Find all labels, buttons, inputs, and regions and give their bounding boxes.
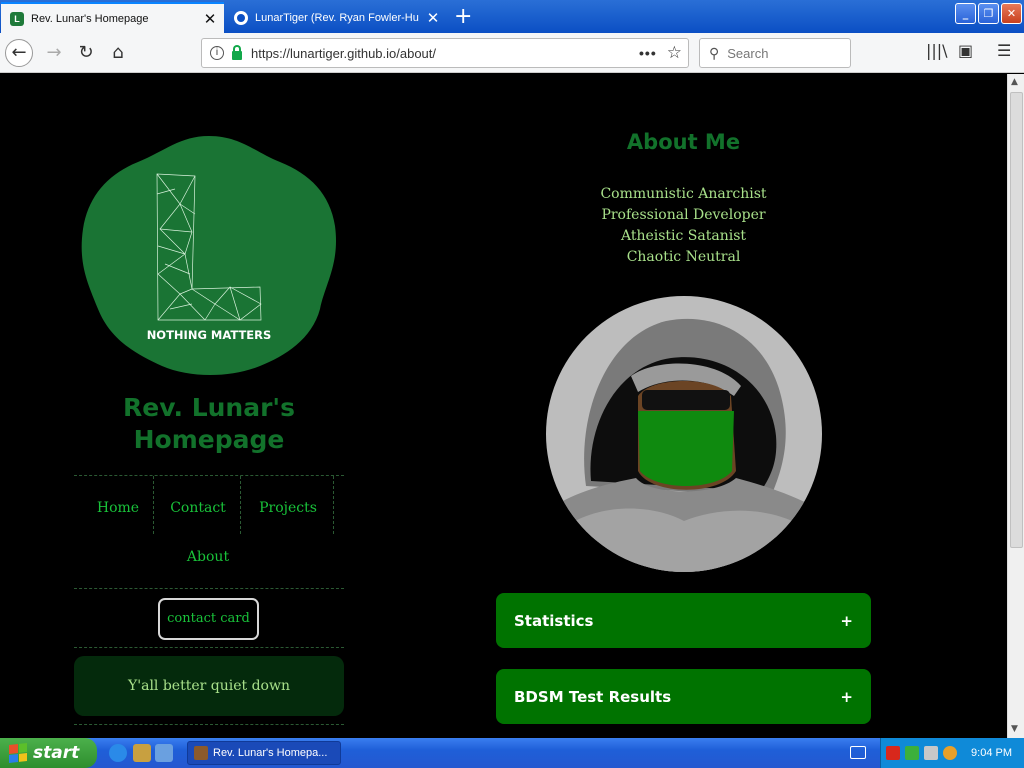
statistics-accordion[interactable]: Statistics +	[496, 593, 871, 648]
close-tab-icon[interactable]: ✕	[200, 10, 220, 28]
new-tab-button[interactable]: +	[454, 4, 472, 29]
about-title: About Me	[626, 130, 741, 154]
site-title: Rev. Lunar's Homepage	[123, 393, 295, 454]
divider	[74, 647, 344, 648]
bookmark-star-icon[interactable]: ☆	[667, 43, 682, 63]
nav-link-home[interactable]: Home	[84, 500, 152, 516]
acrobat-icon[interactable]	[886, 746, 900, 760]
search-placeholder: Search	[727, 45, 769, 61]
nav-link-projects[interactable]: Projects	[245, 500, 331, 516]
tab-rev-lunar-homepage[interactable]: L Rev. Lunar's Homepage ✕	[1, 2, 224, 33]
keyboard-icon[interactable]	[850, 746, 866, 759]
library-icon[interactable]: |||\	[926, 41, 948, 60]
minimize-icon[interactable]: _	[955, 3, 976, 24]
sidebar-toggle-icon[interactable]: ▣	[958, 41, 973, 60]
tab-title: Rev. Lunar's Homepage	[31, 12, 149, 25]
scroll-up-icon[interactable]: ▲	[1011, 77, 1018, 87]
quote-box: Y'all better quiet down	[74, 656, 344, 716]
bdsm-test-results-accordion[interactable]: BDSM Test Results +	[496, 669, 871, 724]
site-favicon-icon: L	[10, 11, 24, 26]
scrollbar-thumb[interactable]	[1010, 92, 1023, 548]
nav-divider	[333, 476, 334, 534]
url-text[interactable]: https://lunartiger.github.io/about/	[251, 46, 639, 61]
accordion-label: Statistics	[514, 611, 594, 630]
firefox-icon	[194, 746, 208, 760]
expand-plus-icon[interactable]: +	[840, 688, 853, 706]
traits-list: Communistic Anarchist Professional Devel…	[496, 184, 871, 268]
menu-icon[interactable]: ☰	[997, 41, 1011, 60]
github-favicon-icon	[234, 10, 248, 25]
lock-icon	[232, 44, 242, 60]
accordion-label: BDSM Test Results	[514, 687, 672, 706]
system-tray: 9:04 PM	[880, 738, 1024, 768]
window-controls: _ ❐ ✕	[955, 3, 1022, 24]
logo-text: NOTHING MATTERS	[147, 328, 272, 342]
nav-link-about[interactable]: About	[160, 549, 256, 565]
divider	[74, 588, 344, 589]
close-window-icon[interactable]: ✕	[1001, 3, 1022, 24]
nav-link-contact[interactable]: Contact	[158, 500, 238, 516]
trait-item: Professional Developer	[601, 207, 766, 223]
browser-navbar: ← → ↻ ⌂ i https://lunartiger.github.io/a…	[0, 33, 1024, 73]
site-logo: NOTHING MATTERS	[81, 136, 337, 375]
security-icon[interactable]	[905, 746, 919, 760]
page-content: NOTHING MATTERS Rev. Lunar's Homepage Ho…	[0, 74, 1007, 738]
forward-arrow-icon[interactable]: →	[40, 39, 68, 67]
back-arrow-icon[interactable]: ←	[5, 39, 33, 67]
close-tab-icon[interactable]: ✕	[423, 9, 443, 27]
clock: 9:04 PM	[971, 747, 1012, 759]
nav-divider	[240, 476, 241, 534]
start-label: start	[33, 743, 80, 763]
nav-divider	[153, 476, 154, 534]
restore-icon[interactable]: ❐	[978, 3, 999, 24]
internet-explorer-icon[interactable]	[109, 744, 127, 762]
search-tray-icon[interactable]	[943, 746, 957, 760]
address-bar[interactable]: i https://lunartiger.github.io/about/ ••…	[201, 38, 689, 68]
home-icon[interactable]: ⌂	[104, 39, 132, 67]
profile-avatar	[546, 296, 822, 572]
trait-item: Chaotic Neutral	[626, 249, 741, 265]
page-actions-icon[interactable]: •••	[639, 45, 657, 61]
site-info-icon[interactable]: i	[210, 46, 224, 60]
scroll-down-icon[interactable]: ▼	[1011, 724, 1018, 734]
search-input[interactable]: ⚲ Search	[699, 38, 851, 68]
divider	[74, 724, 344, 725]
windows-flag-icon	[9, 743, 27, 763]
tab-title: LunarTiger (Rev. Ryan Fowler-Hu	[255, 11, 419, 24]
trait-item: Communistic Anarchist	[600, 186, 767, 202]
page-scrollbar[interactable]: ▲ ▼	[1007, 74, 1024, 738]
tab-lunartiger-github[interactable]: LunarTiger (Rev. Ryan Fowler-Hu ✕	[225, 2, 447, 33]
network-icon[interactable]	[924, 746, 938, 760]
media-icon[interactable]	[133, 744, 151, 762]
show-desktop-icon[interactable]	[155, 744, 173, 762]
expand-plus-icon[interactable]: +	[840, 612, 853, 630]
start-button[interactable]: start	[0, 738, 97, 768]
divider	[74, 475, 344, 476]
trait-item: Atheistic Satanist	[620, 228, 747, 244]
reload-icon[interactable]: ↻	[72, 39, 100, 67]
browser-tab-strip: L Rev. Lunar's Homepage ✕ LunarTiger (Re…	[0, 0, 1024, 33]
contact-card-button[interactable]: contact card	[158, 598, 259, 640]
taskbar-item-firefox[interactable]: Rev. Lunar's Homepa...	[187, 741, 341, 765]
taskbar-item-label: Rev. Lunar's Homepa...	[213, 747, 328, 759]
taskbar: start Rev. Lunar's Homepa... 9:04 PM	[0, 738, 1024, 768]
search-icon: ⚲	[709, 44, 720, 61]
